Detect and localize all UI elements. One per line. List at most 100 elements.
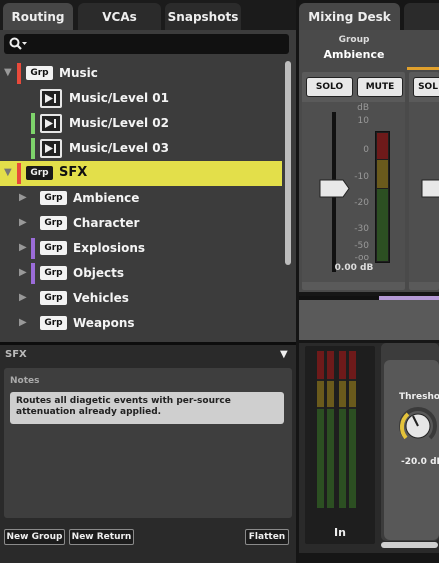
threshold-label: Thresho: [399, 392, 439, 402]
group-badge: Grp: [40, 241, 67, 255]
meter-yellow: [377, 160, 388, 188]
tree-row-ambience[interactable]: ▶ Grp Ambience: [0, 186, 282, 211]
input-meter-bar: [339, 351, 346, 508]
return-icon: [40, 139, 62, 158]
expand-arrow-icon[interactable]: ▼: [4, 67, 14, 79]
tree-label: Music: [59, 66, 98, 80]
sends-accent: [379, 296, 439, 300]
left-tab-bar: Routing VCAs Snapshots: [0, 3, 296, 30]
expand-arrow-icon[interactable]: ▼: [4, 167, 14, 179]
scale-label: -10: [354, 172, 369, 182]
group-badge: Grp: [40, 291, 67, 305]
tree-label: Vehicles: [73, 291, 129, 305]
group-badge: Grp: [40, 316, 67, 330]
fader-handle[interactable]: [421, 179, 439, 198]
flatten-button[interactable]: Flatten: [245, 529, 289, 545]
tree-label: Objects: [73, 266, 125, 280]
compressor-panel: Thresho -20.0 dB: [381, 343, 439, 541]
scale-label: -20: [354, 198, 369, 208]
group-badge: Grp: [40, 216, 67, 230]
tree-label: Character: [73, 216, 140, 230]
scale-label: 10: [357, 116, 369, 126]
db-unit-label: dB: [357, 103, 369, 113]
expand-arrow-icon[interactable]: ▶: [19, 317, 29, 329]
effects-deck: In Thresho -20.0 dB: [299, 343, 439, 553]
tree-label: Weapons: [73, 316, 135, 330]
tab-mixing-desk[interactable]: Mixing Desk: [299, 3, 400, 30]
tree-row-music[interactable]: ▼ Grp Music: [0, 61, 282, 86]
solo-button[interactable]: SOLO: [306, 77, 353, 97]
meter-red: [377, 133, 388, 159]
notes-label: Notes: [10, 376, 40, 386]
channel-strip: SOLO MUTE dB 10 0 -10 -20 -30 -50 -oo: [302, 72, 405, 290]
group-badge: Grp: [40, 191, 67, 205]
tree-row-music-level-01[interactable]: Music/Level 01: [0, 86, 282, 111]
return-icon: [40, 114, 62, 133]
fader-value: 0.00 dB: [334, 263, 374, 273]
expand-arrow-icon[interactable]: ▶: [19, 192, 29, 204]
inspector-panel: SFX ▼ Notes Routes all diagetic events w…: [0, 345, 296, 563]
color-tag: [31, 263, 35, 284]
notes-section: Notes Routes all diagetic events with pe…: [4, 368, 292, 518]
solo-button[interactable]: SOL: [413, 77, 439, 97]
tree-row-music-level-02[interactable]: Music/Level 02: [0, 111, 282, 136]
tree-row-character[interactable]: ▶ Grp Character: [0, 211, 282, 236]
color-tag: [17, 63, 21, 84]
mixing-desk: Group Ambience SOLO MUTE dB 10 0 -10 -20…: [299, 30, 439, 292]
new-group-button[interactable]: New Group: [4, 529, 65, 545]
tab-vcas[interactable]: VCAs: [78, 3, 161, 30]
expand-arrow-icon[interactable]: ▶: [19, 217, 29, 229]
color-tag: [31, 238, 35, 259]
color-tag: [31, 113, 35, 134]
deck-scrollbar[interactable]: [381, 542, 438, 548]
new-return-button[interactable]: New Return: [69, 529, 134, 545]
threshold-value: -20.0 dB: [401, 457, 439, 467]
mute-button[interactable]: MUTE: [357, 77, 403, 97]
tree-label: Music/Level 01: [69, 91, 169, 105]
inspector-title: SFX: [5, 349, 27, 360]
group-badge: Grp: [26, 166, 53, 180]
channel-strip-next: SOL: [409, 72, 439, 290]
tree-row-vehicles[interactable]: ▶ Grp Vehicles: [0, 286, 282, 311]
compressor-body: [384, 360, 439, 540]
input-meter-bar: [327, 351, 334, 508]
group-badge: Grp: [40, 266, 67, 280]
group-badge: Grp: [26, 66, 53, 80]
tree-row-explosions[interactable]: ▶ Grp Explosions: [0, 236, 282, 261]
routing-panel: Routing VCAs Snapshots ▼ Grp Music Music…: [0, 0, 296, 563]
tree-row-objects[interactable]: ▶ Grp Objects: [0, 261, 282, 286]
scale-label: -oo: [354, 253, 369, 263]
tab-routing[interactable]: Routing: [3, 3, 73, 30]
mixing-panel: Mixing Desk Group Ambience SOLO MUTE dB …: [299, 0, 439, 563]
search-icon[interactable]: [8, 36, 28, 52]
expand-arrow-icon[interactable]: ▶: [19, 242, 29, 254]
scale-label: -30: [354, 224, 369, 234]
fader-handle[interactable]: [319, 179, 350, 198]
notes-field[interactable]: Routes all diagetic events with per-sour…: [10, 392, 284, 424]
tree-label: Ambience: [73, 191, 140, 205]
expand-arrow-icon[interactable]: ▶: [19, 267, 29, 279]
color-tag: [17, 163, 21, 184]
tree-label: SFX: [59, 165, 88, 180]
search-input[interactable]: [4, 34, 289, 54]
tree-label: Explosions: [73, 241, 146, 255]
input-meter-panel: In: [305, 346, 375, 544]
tree-row-sfx[interactable]: ▼ Grp SFX: [0, 161, 282, 186]
input-meter-bar: [317, 351, 324, 508]
tab-secondary[interactable]: [404, 3, 439, 30]
tree-row-weapons[interactable]: ▶ Grp Weapons: [0, 311, 282, 336]
fader-area: dB 10 0 -10 -20 -30 -50 -oo: [302, 102, 405, 282]
routing-tree: ▼ Grp Music Music/Level 01 Music/Level 0…: [0, 61, 282, 343]
sends-area[interactable]: [299, 296, 439, 340]
tree-label: Music/Level 02: [69, 116, 169, 130]
threshold-knob[interactable]: [398, 406, 438, 446]
level-meter: [375, 131, 390, 263]
meter-green: [377, 189, 388, 261]
collapse-icon[interactable]: ▼: [280, 349, 290, 360]
tree-row-music-level-03[interactable]: Music/Level 03: [0, 136, 282, 161]
next-channel-accent: [407, 67, 439, 70]
tree-scrollbar[interactable]: [285, 61, 291, 265]
tab-snapshots[interactable]: Snapshots: [165, 3, 241, 30]
expand-arrow-icon[interactable]: ▶: [19, 292, 29, 304]
channel-header[interactable]: Group Ambience: [299, 30, 409, 66]
